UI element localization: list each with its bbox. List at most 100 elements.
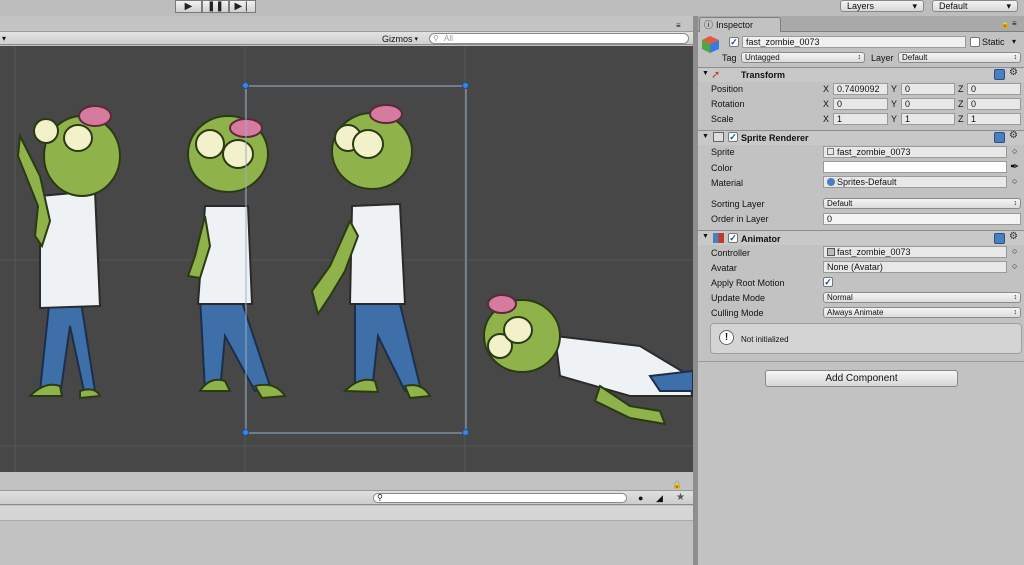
sprite-field[interactable]: fast_zombie_0073 (823, 146, 1007, 158)
layout-label: Default (939, 1, 968, 11)
static-label: Static (982, 37, 1005, 47)
update-mode-label: Update Mode (711, 293, 766, 303)
static-checkbox[interactable] (970, 37, 980, 47)
object-picker-icon[interactable]: ○ (1012, 176, 1017, 186)
info-icon: ! (719, 330, 734, 345)
rotation-y-field[interactable]: 0 (901, 98, 955, 110)
chevron-down-icon[interactable]: ▾ (1012, 37, 1016, 46)
scene-view[interactable] (0, 46, 693, 472)
object-picker-icon[interactable]: ○ (1012, 246, 1017, 256)
axis-x-label: X (823, 114, 830, 124)
material-value: Sprites-Default (837, 177, 897, 187)
tab-inspector[interactable]: ⓘ Inspector (699, 17, 781, 32)
transform-icon: ➚ (711, 69, 721, 81)
eyedropper-icon[interactable]: ✒ (1010, 160, 1019, 173)
object-picker-icon[interactable]: ○ (1012, 261, 1017, 271)
help-icon[interactable] (994, 69, 1005, 80)
step-button[interactable]: ▶❘ (229, 0, 256, 13)
gear-icon[interactable]: ⚙ (1009, 130, 1018, 141)
add-component-button[interactable]: Add Component (765, 370, 958, 387)
search-icon: ⚲ (377, 493, 383, 502)
rotation-x-field[interactable]: 0 (833, 98, 888, 110)
axis-z-label: Z (958, 99, 964, 109)
status-message: Not initialized (741, 335, 789, 344)
avatar-field[interactable]: None (Avatar) (823, 261, 1007, 273)
material-field[interactable]: Sprites-Default (823, 176, 1007, 188)
help-icon[interactable] (994, 132, 1005, 143)
sprite-renderer-enabled-checkbox[interactable]: ✓ (728, 132, 738, 142)
panel-menu-icon[interactable]: ≡ (676, 21, 681, 30)
color-swatch[interactable] (823, 161, 1007, 173)
rotation-label: Rotation (711, 99, 745, 109)
order-in-layer-field[interactable]: 0 (823, 213, 1021, 225)
zombie-sprite-2[interactable] (186, 115, 287, 400)
axis-y-label: Y (891, 99, 898, 109)
sorting-layer-dropdown[interactable]: Default (823, 198, 1021, 209)
sprite-renderer-icon (713, 132, 724, 142)
avatar-label: Avatar (711, 263, 737, 273)
panel-menu-icon[interactable]: ≡ (1012, 19, 1017, 28)
layers-label: Layers (847, 1, 875, 11)
order-in-layer-label: Order in Layer (711, 214, 769, 224)
zombie-sprite-4[interactable] (483, 294, 693, 426)
filter-type-icon[interactable]: ● (638, 493, 643, 503)
pause-button[interactable]: ❚❚ (202, 0, 229, 13)
info-icon: ⓘ (704, 20, 714, 30)
axis-x-label: X (823, 99, 830, 109)
rect-handle-tr[interactable] (462, 82, 469, 89)
foldout-arrow-icon[interactable]: ▼ (702, 233, 709, 240)
culling-mode-dropdown[interactable]: Always Animate (823, 307, 1021, 318)
gear-icon[interactable]: ⚙ (1009, 231, 1018, 242)
gizmos-label: Gizmos (382, 33, 413, 44)
position-y-field[interactable]: 0 (901, 83, 955, 95)
sorting-layer-label: Sorting Layer (711, 199, 765, 209)
gizmos-dropdown[interactable]: Gizmos ▾ (382, 33, 418, 44)
layer-dropdown[interactable]: Default (898, 52, 1021, 63)
active-checkbox[interactable]: ✓ (729, 37, 739, 47)
apply-root-motion-checkbox[interactable]: ✓ (823, 277, 833, 287)
project-search-input[interactable]: ⚲ (373, 493, 627, 503)
update-mode-dropdown[interactable]: Normal (823, 292, 1021, 303)
position-x-field[interactable]: 0.7409092 (833, 83, 888, 95)
position-z-field[interactable]: 0 (967, 83, 1021, 95)
rect-handle-bl[interactable] (242, 429, 249, 436)
rect-handle-br[interactable] (462, 429, 469, 436)
axis-x-label: X (823, 84, 830, 94)
object-picker-icon[interactable]: ○ (1012, 146, 1017, 156)
search-placeholder: All (444, 34, 453, 43)
layer-label: Layer (871, 53, 894, 63)
gear-icon[interactable]: ⚙ (1009, 67, 1018, 78)
rotation-z-field[interactable]: 0 (967, 98, 1021, 110)
foldout-arrow-icon[interactable]: ▼ (702, 70, 709, 77)
step-icon: ▶❘ (234, 1, 251, 12)
object-name-field[interactable]: fast_zombie_0073 (742, 36, 966, 48)
lock-icon[interactable]: 🔒 (672, 480, 682, 489)
scene-canvas (0, 46, 693, 472)
layout-dropdown[interactable]: Default ▾ (932, 0, 1018, 12)
pause-icon: ❚❚ (207, 1, 224, 12)
controller-label: Controller (711, 248, 751, 258)
scale-z-field[interactable]: 1 (967, 113, 1021, 125)
tag-icon[interactable]: ◢ (656, 493, 663, 504)
controller-field[interactable]: fast_zombie_0073 (823, 246, 1007, 258)
help-icon[interactable] (994, 233, 1005, 244)
rect-handle-tl[interactable] (242, 82, 249, 89)
zombie-sprite-3[interactable] (310, 104, 432, 400)
layers-dropdown[interactable]: Layers ▾ (840, 0, 924, 12)
animator-enabled-checkbox[interactable]: ✓ (728, 233, 738, 243)
star-icon[interactable]: ★ (676, 492, 685, 503)
animator-icon (713, 233, 724, 243)
culling-mode-label: Culling Mode (711, 308, 764, 318)
lock-icon[interactable]: 🔒 (1000, 19, 1010, 28)
position-label: Position (711, 84, 744, 94)
search-icon: ⚲ (433, 34, 439, 43)
tag-dropdown[interactable]: Untagged (741, 52, 865, 63)
zombie-sprite-1[interactable] (16, 105, 121, 400)
scene-search-input[interactable]: ⚲ All (429, 33, 689, 44)
play-button[interactable]: ▶ (175, 0, 202, 13)
foldout-arrow-icon[interactable]: ▼ (702, 133, 709, 140)
tag-label: Tag (722, 53, 737, 63)
scene-menu-icon[interactable]: ▾ (2, 34, 6, 43)
scale-x-field[interactable]: 1 (833, 113, 888, 125)
scale-y-field[interactable]: 1 (901, 113, 955, 125)
